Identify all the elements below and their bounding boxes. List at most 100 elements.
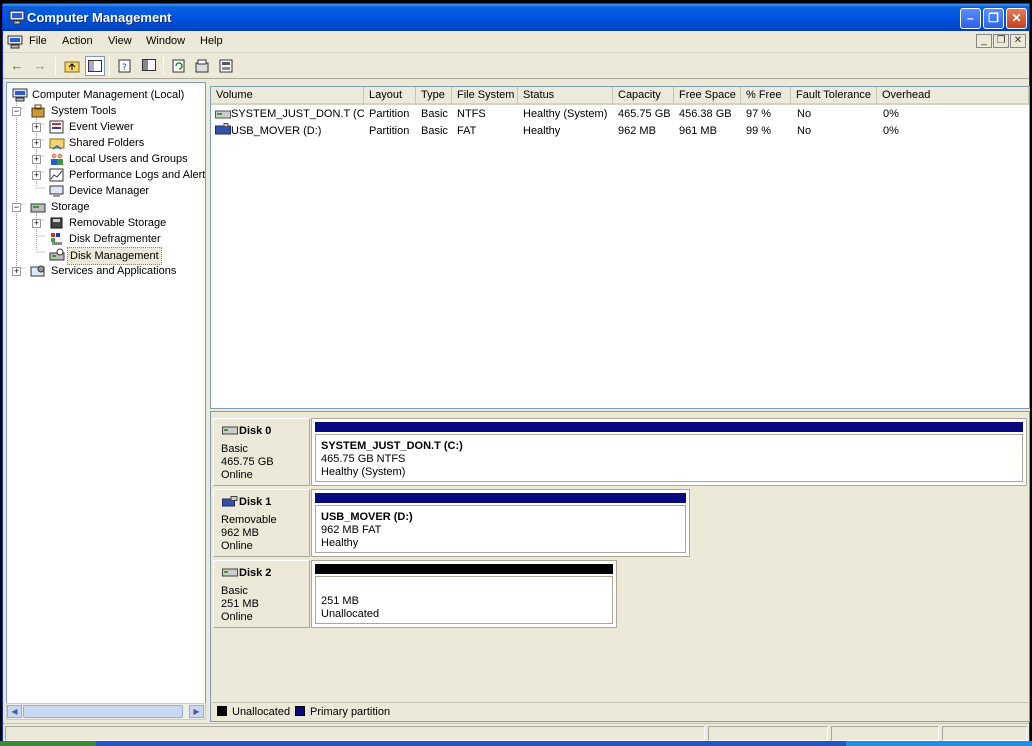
cell-free-space: 456.38 GB [679, 108, 732, 120]
partition-status: Unallocated [321, 608, 380, 620]
disk-0-partition[interactable]: SYSTEM_JUST_DON.T (C:) 465.75 GB NTFS He… [311, 418, 1027, 486]
scroll-thumb[interactable] [23, 705, 183, 718]
partition-title: SYSTEM_JUST_DON.T (C:) [321, 440, 463, 452]
disk-1-label[interactable]: Disk 1 Removable 962 MB Online [213, 489, 310, 557]
disk-name: Disk 2 [239, 567, 272, 579]
removable-storage-icon [50, 217, 63, 229]
column-header-layout[interactable]: Layout [364, 87, 416, 105]
column-header-type[interactable]: Type [416, 87, 452, 105]
title-bar[interactable]: Computer Management – ❐ ✕ [3, 4, 1029, 31]
scroll-right-arrow-icon[interactable]: ▶ [189, 705, 204, 718]
partition-color-stripe [315, 422, 1023, 432]
cell-free-space: 961 MB [679, 125, 717, 137]
restore-button[interactable]: ❐ [983, 8, 1004, 29]
console-window-icon[interactable] [7, 35, 23, 49]
tree-item-label: Device Manager [69, 185, 150, 197]
disk-management-icon [49, 248, 65, 261]
status-segment [708, 726, 828, 741]
column-header-status[interactable]: Status [518, 87, 613, 105]
cell-percent-free: 97 % [746, 108, 772, 120]
console-tree: Computer Management (Local) − System Too… [6, 82, 206, 720]
partition-color-stripe [315, 564, 613, 574]
collapse-toggle[interactable]: − [12, 107, 21, 116]
cell-volume: USB_MOVER (D:) [231, 125, 322, 137]
expand-toggle[interactable]: + [32, 139, 41, 148]
column-header-free-space[interactable]: Free Space [674, 87, 741, 105]
column-header-overhead[interactable]: Overhead [877, 87, 1029, 105]
performance-icon [49, 168, 64, 182]
disk-name: Disk 1 [239, 496, 272, 508]
cell-overhead: 0% [883, 108, 899, 120]
status-segment [831, 726, 939, 741]
tree-item-label: System Tools [51, 105, 117, 117]
cell-fault-tolerance: No [797, 125, 812, 137]
disk-0-label[interactable]: Disk 0 Basic 465.75 GB Online [213, 418, 310, 486]
close-button[interactable]: ✕ [1006, 8, 1027, 29]
column-header-volume[interactable]: Volume [211, 87, 364, 105]
partition-detail: 251 MB [321, 595, 359, 607]
cell-type: Basic [421, 125, 448, 137]
minimize-button[interactable]: – [960, 8, 981, 29]
computer-management-icon [12, 88, 28, 102]
scroll-left-arrow-icon[interactable]: ◀ [7, 705, 22, 718]
legend-swatch-primary [295, 706, 305, 716]
column-header-capacity[interactable]: Capacity [613, 87, 674, 105]
disk-name: Disk 0 [239, 425, 272, 437]
cell-file-system: NTFS [457, 108, 486, 120]
tree-item-label: Disk Defragmenter [69, 233, 161, 245]
cell-layout: Partition [369, 125, 410, 137]
disk-2-unallocated[interactable]: 251 MB Unallocated [311, 560, 617, 628]
cell-percent-free: 99 % [746, 125, 772, 137]
expand-toggle[interactable]: + [32, 123, 41, 132]
expand-toggle[interactable]: + [32, 155, 41, 164]
drive-icon [215, 110, 231, 119]
legend-label-unallocated: Unallocated [232, 706, 291, 718]
export-list-icon[interactable] [139, 56, 159, 76]
removable-disk-icon [222, 496, 238, 507]
menu-action[interactable]: Action [62, 35, 93, 47]
expand-toggle[interactable]: + [32, 171, 41, 180]
shared-folder-icon [49, 138, 65, 150]
expand-toggle[interactable]: + [12, 267, 21, 276]
partition-box[interactable]: 251 MB Unallocated [315, 576, 613, 624]
disk-2-label[interactable]: Disk 2 Basic 251 MB Online [213, 560, 310, 628]
disk-1-partition[interactable]: USB_MOVER (D:) 962 MB FAT Healthy [311, 489, 690, 557]
defrag-icon [51, 233, 62, 245]
show-hide-tree-icon[interactable] [85, 56, 105, 76]
cell-status: Healthy [523, 125, 561, 137]
menu-view[interactable]: View [108, 35, 132, 47]
console-icon[interactable] [216, 56, 236, 76]
up-folder-icon[interactable] [62, 56, 82, 76]
partition-box[interactable]: USB_MOVER (D:) 962 MB FAT Healthy [315, 505, 686, 553]
device-manager-icon [49, 185, 64, 197]
forward-arrow-icon[interactable]: → [30, 56, 50, 76]
storage-icon [30, 203, 46, 213]
status-bar [3, 723, 1029, 742]
menu-window[interactable]: Window [146, 35, 185, 47]
child-close-button[interactable]: ✕ [1010, 34, 1026, 48]
expand-toggle[interactable]: + [32, 219, 41, 228]
help-icon[interactable] [192, 56, 212, 76]
partition-box[interactable]: SYSTEM_JUST_DON.T (C:) 465.75 GB NTFS He… [315, 434, 1023, 482]
column-header-fault-tolerance[interactable]: Fault Tolerance [791, 87, 877, 105]
menu-file[interactable]: File [29, 35, 47, 47]
child-minimize-button[interactable]: _ [976, 34, 992, 48]
cell-status: Healthy (System) [523, 108, 608, 120]
tree-item-label: Computer Management (Local) [32, 89, 185, 101]
back-arrow-icon[interactable]: ← [7, 56, 27, 76]
partition-title: USB_MOVER (D:) [321, 511, 413, 523]
child-restore-button[interactable]: ❐ [993, 34, 1009, 48]
tree-horizontal-scrollbar[interactable]: ◀ ▶ [6, 703, 206, 720]
column-header-percent-free[interactable]: % Free [741, 87, 791, 105]
refresh-icon[interactable] [169, 56, 189, 76]
partition-detail: 962 MB FAT [321, 524, 382, 536]
disk-size: 962 MB [221, 527, 259, 539]
hard-disk-icon [222, 426, 238, 435]
partition-legend: Unallocated Primary partition [211, 702, 1029, 720]
column-header-file-system[interactable]: File System [452, 87, 518, 105]
menu-help[interactable]: Help [200, 35, 223, 47]
tree-item-label: Performance Logs and Alerts [69, 169, 206, 181]
properties-icon[interactable]: ? [115, 56, 135, 76]
collapse-toggle[interactable]: − [12, 203, 21, 212]
partition-status: Healthy (System) [321, 466, 406, 478]
